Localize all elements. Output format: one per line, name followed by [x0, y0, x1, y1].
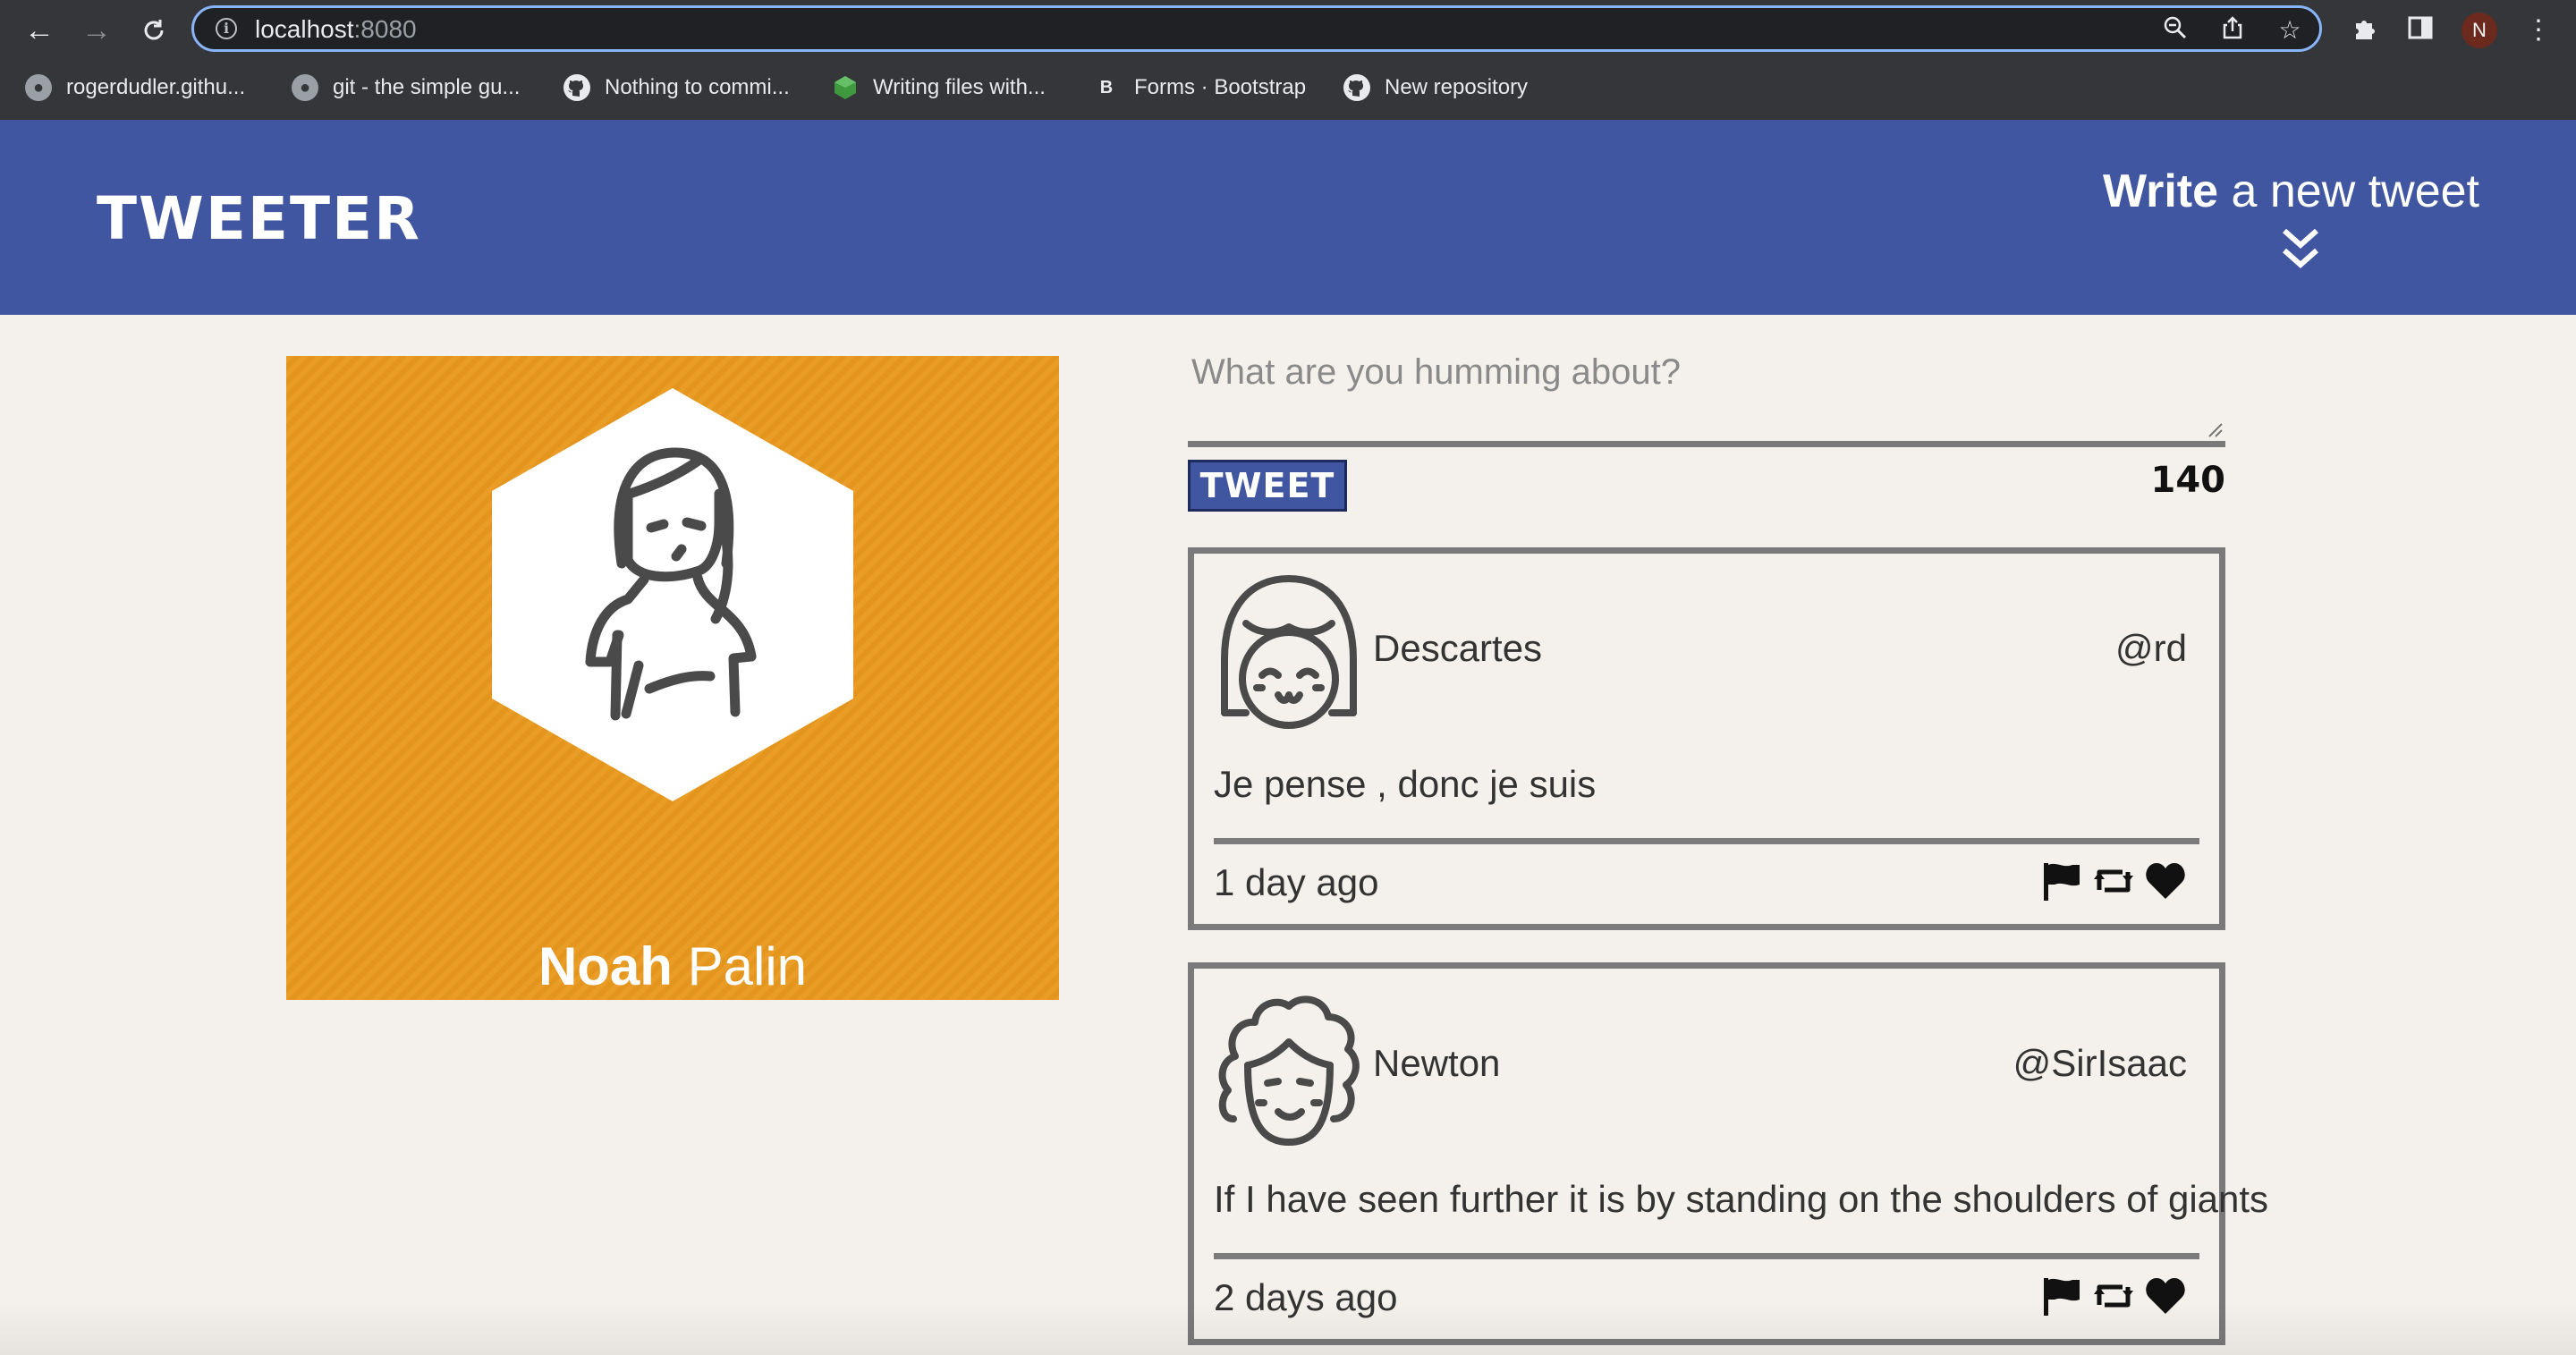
site-logo[interactable]: TWEETER: [97, 184, 421, 253]
bookmark-item[interactable]: B Forms · Bootstrap: [1093, 72, 1306, 104]
reload-icon[interactable]: [136, 13, 172, 48]
compose-link-bold: Write: [2102, 165, 2219, 217]
tweet-button[interactable]: TWEET: [1188, 460, 1347, 512]
tweet-content: If I have seen further it is by standing…: [1214, 1178, 2269, 1220]
tweet-content: Je pense , donc je suis: [1214, 763, 1597, 805]
heart-icon[interactable]: [2144, 861, 2187, 901]
tweet-author-name: Newton: [1373, 1042, 1501, 1084]
bookmark-star-icon[interactable]: ☆: [2275, 15, 2305, 46]
tweet-author-name: Descartes: [1373, 627, 1543, 669]
side-panel-icon[interactable]: [2404, 14, 2436, 47]
bookmark-item[interactable]: ● rogerdudler.githu...: [25, 72, 245, 104]
double-chevron-down-icon[interactable]: [2279, 225, 2322, 275]
page-bottom-shadow: [0, 1301, 2576, 1355]
extensions-icon[interactable]: [2349, 14, 2381, 47]
bookmark-item[interactable]: Writing files with...: [832, 72, 1046, 104]
compose-link-rest: a new tweet: [2218, 165, 2479, 217]
browser-chrome: ← → i localhost:8080 ☆ N ⋮ ● rogerdudler.…: [0, 0, 2576, 120]
share-icon[interactable]: [2217, 15, 2248, 46]
write-new-tweet-link[interactable]: Write a new tweet: [2103, 165, 2479, 218]
bootstrap-icon: B: [1099, 77, 1114, 97]
tweet-textarea[interactable]: [1188, 349, 2225, 447]
menu-icon[interactable]: ⋮: [2522, 14, 2555, 47]
browser-toolbar: ← → i localhost:8080 ☆ N ⋮: [0, 0, 2576, 63]
descartes-avatar-icon: [1221, 575, 1357, 729]
bookmarks-bar: ● rogerdudler.githu... ● git - the simple …: [0, 66, 2576, 109]
back-icon[interactable]: ←: [21, 13, 57, 48]
nodejs-icon: [832, 74, 859, 101]
tweet-card: Newton @SirIsaac If I have seen further …: [1188, 962, 2268, 1345]
bookmark-item[interactable]: Nothing to commi...: [564, 72, 790, 104]
globe-icon: ●: [25, 74, 52, 101]
profile-name: Noah Palin: [538, 936, 808, 996]
resize-handle-icon[interactable]: [2207, 422, 2224, 438]
character-counter: 140: [2150, 460, 2226, 501]
github-icon: [1343, 74, 1370, 101]
profile-avatar[interactable]: N: [2462, 13, 2497, 48]
bookmark-item[interactable]: ● git - the simple gu...: [292, 72, 520, 104]
tweet-author-handle: @SirIsaac: [2012, 1042, 2187, 1084]
url-text[interactable]: localhost:8080: [255, 15, 417, 44]
tweet-author-handle: @rd: [2115, 627, 2187, 669]
zoom-icon[interactable]: [2160, 15, 2190, 46]
newton-avatar-icon: [1218, 995, 1360, 1146]
retweet-icon[interactable]: [2092, 861, 2135, 901]
tweet-actions: [2040, 861, 2187, 904]
compose-form: [1188, 349, 2225, 447]
tweet-divider: [1214, 838, 2199, 844]
tweet-timestamp: 1 day ago: [1214, 861, 1379, 903]
profile-card: Noah Palin: [286, 356, 1059, 1000]
bookmark-item[interactable]: New repository: [1343, 72, 1528, 104]
tweet-card: Descartes @rd Je pense , donc je suis 1 …: [1188, 547, 2225, 930]
site-header: TWEETER Write a new tweet: [0, 120, 2576, 315]
site-info-icon[interactable]: i: [216, 18, 237, 39]
address-bar[interactable]: i localhost:8080 ☆: [191, 5, 2322, 52]
flag-icon[interactable]: [2040, 861, 2083, 901]
tweet-divider: [1214, 1253, 2199, 1259]
forward-icon[interactable]: →: [79, 13, 114, 48]
github-icon: [564, 74, 590, 101]
globe-icon: ●: [292, 74, 318, 101]
profile-avatar-icon: [492, 388, 853, 801]
